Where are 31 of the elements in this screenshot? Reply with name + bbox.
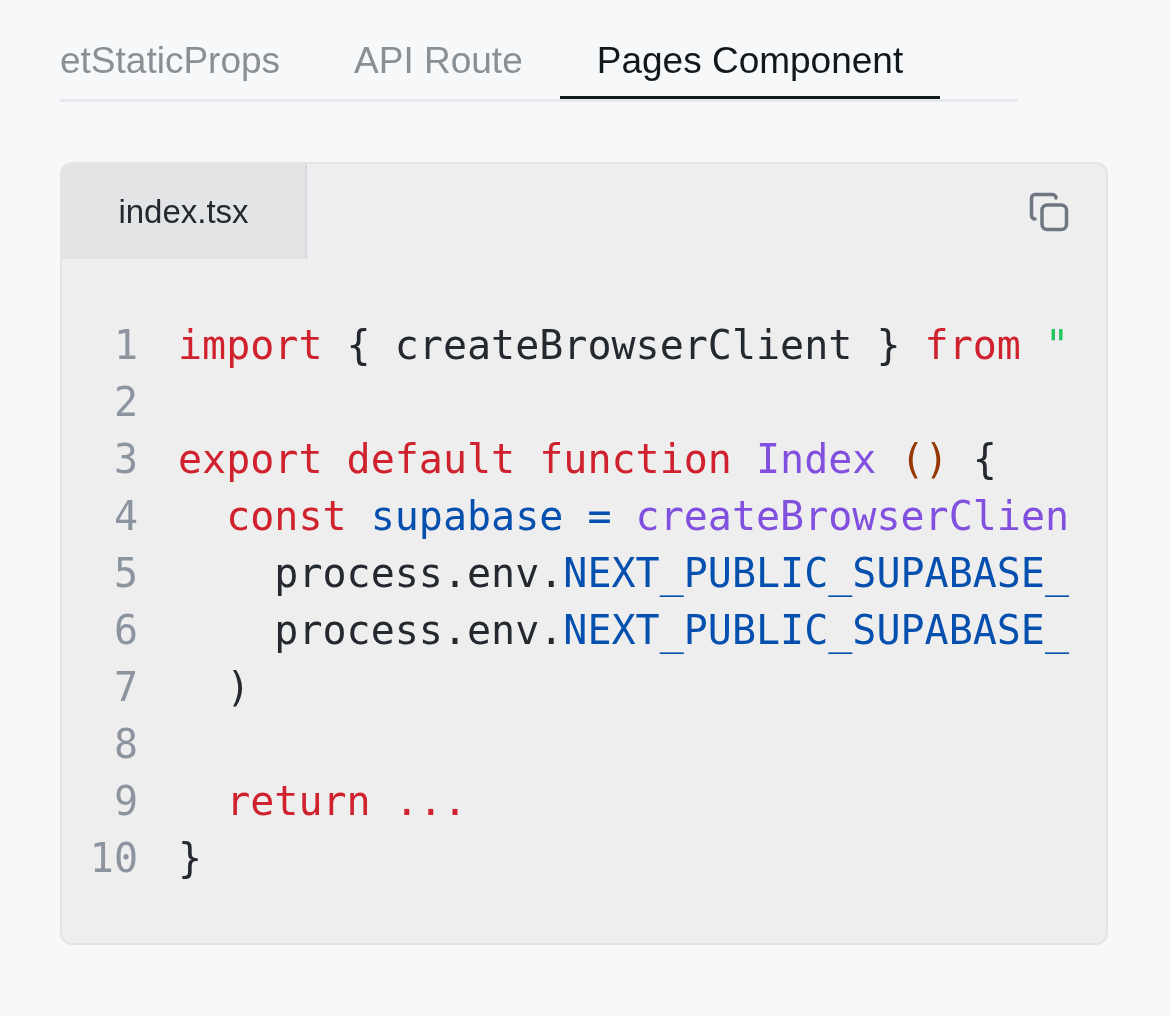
code-token: return ... [225,777,467,824]
tab[interactable]: Pages Component [559,40,941,99]
code-token: process.env. [273,606,564,653]
line-number: 10 [88,834,138,881]
code-token: Index [754,435,878,482]
code-token: createBrowserClien [635,492,1070,539]
file-tab[interactable]: index.tsx [62,164,307,259]
code-token: { createBrowserClient } [345,321,902,368]
line-number: 5 [112,549,138,596]
copy-icon[interactable] [1028,190,1070,233]
code-token: supabase = [369,492,613,539]
code-token: from [924,321,1021,368]
code-token: { [971,435,997,482]
code-token: const [225,492,347,539]
code-token: " [1043,321,1070,368]
line-number: 8 [112,720,138,767]
code-token: export default function [178,435,732,482]
line-number: 1 [112,321,138,368]
line-number: 7 [112,663,138,710]
line-number: 9 [112,777,138,824]
code-token: NEXT_PUBLIC_SUPABASE_ [563,549,1070,596]
code-token: process.env. [273,549,564,596]
line-number: 4 [112,492,138,539]
code-token: } [178,834,203,881]
line-number: 2 [112,378,138,425]
code-token: import [178,321,323,368]
line-number: 3 [112,435,138,482]
code-token: NEXT_PUBLIC_SUPABASE_ [563,606,1070,653]
code-token: () [900,435,949,482]
code-token: ) [225,663,251,710]
line-number: 6 [112,606,138,653]
